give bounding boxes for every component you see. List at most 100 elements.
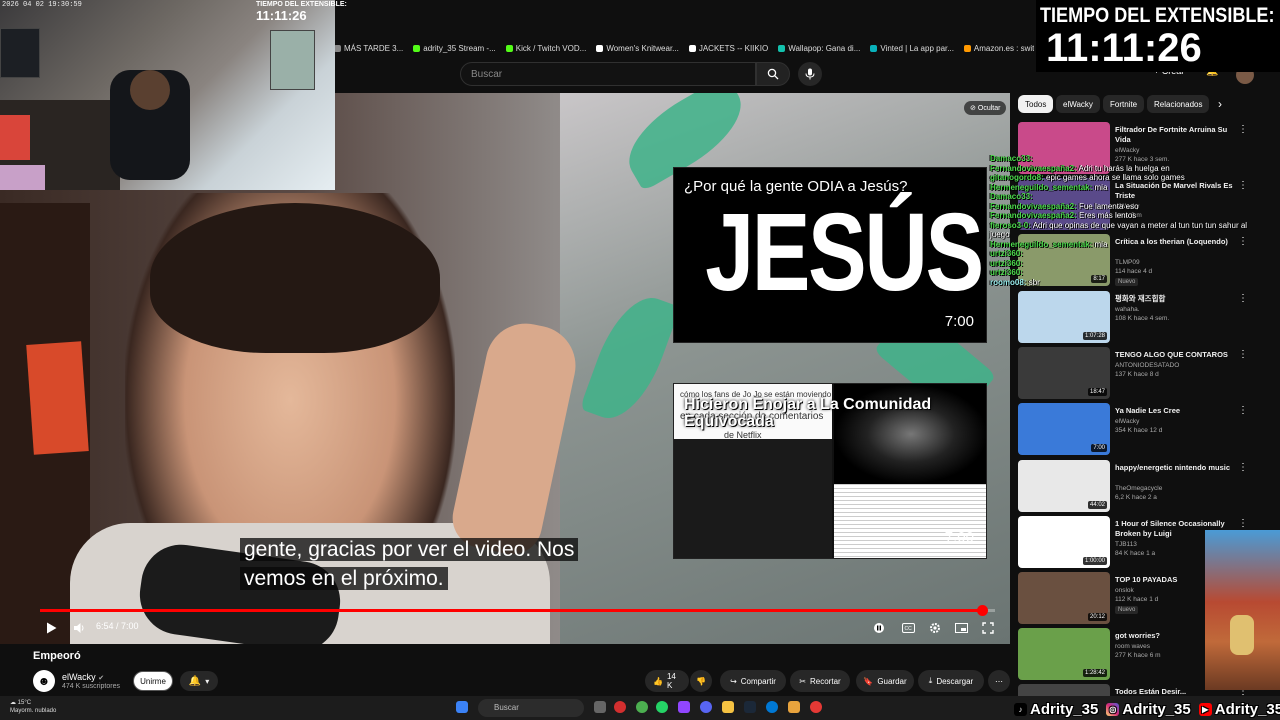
bookmark-label: Amazon.es : swith 2 bbox=[973, 43, 1034, 53]
recommendation-thumbnail[interactable]: 1:00:00 bbox=[1018, 516, 1110, 568]
notifications-dropdown[interactable]: 🔔 ▾ bbox=[180, 671, 218, 691]
recommendation-thumbnail[interactable]: 7:00 bbox=[1018, 403, 1110, 455]
opera-icon[interactable] bbox=[614, 701, 626, 713]
chevron-right-icon[interactable]: › bbox=[1218, 97, 1222, 111]
chrome-icon[interactable] bbox=[636, 701, 648, 713]
recommendation-title[interactable]: 평화와 재즈힙합 bbox=[1115, 294, 1235, 304]
tiktok-icon: ♪ bbox=[1014, 702, 1027, 716]
recommendation-item[interactable]: 18:47 TENGO ALGO QUE CONTAROS ANTONIODESAT… bbox=[1018, 347, 1248, 399]
social-handle: ▶ Adrity_35 bbox=[1198, 701, 1280, 718]
recommendation-channel[interactable]: elWacky bbox=[1115, 418, 1139, 425]
pause-autoplay-toggle[interactable] bbox=[866, 618, 892, 638]
fullscreen-button[interactable] bbox=[975, 618, 1001, 638]
steam-icon[interactable] bbox=[744, 701, 756, 713]
bookmark-item[interactable]: Vinted | La app par... bbox=[870, 44, 954, 53]
more-options-icon[interactable]: ⋮ bbox=[1238, 405, 1248, 416]
download-icon: ⤓ bbox=[928, 676, 933, 685]
bookmark-favicon-icon bbox=[413, 44, 421, 52]
voice-search-button[interactable] bbox=[798, 62, 822, 86]
recommendation-item[interactable]: 44:02 happy/energetic nintendo music TheOm… bbox=[1018, 460, 1248, 512]
twitch-icon[interactable] bbox=[678, 701, 690, 713]
more-actions-button[interactable]: ⋯ bbox=[988, 670, 1010, 692]
more-options-icon[interactable]: ⋮ bbox=[1238, 124, 1248, 135]
whatsapp-icon[interactable] bbox=[656, 701, 668, 713]
share-button[interactable]: ↪ Compartir bbox=[720, 670, 786, 692]
recommendation-channel[interactable]: elWacky bbox=[1115, 147, 1139, 154]
recommendation-item[interactable]: 7:00 Ya Nadie Les Cree elWacky 354 K hace 1… bbox=[1018, 403, 1248, 455]
game-character bbox=[1230, 615, 1254, 655]
download-button[interactable]: ⤓ Descargar bbox=[918, 670, 984, 692]
chip-related[interactable]: Relacionados bbox=[1147, 95, 1210, 113]
play-button[interactable] bbox=[38, 618, 64, 638]
recommendation-thumbnail[interactable]: 20:12 bbox=[1018, 572, 1110, 624]
video-poster bbox=[26, 341, 89, 455]
recommendation-title[interactable]: Ya Nadie Les Cree bbox=[1115, 406, 1235, 416]
progress-scrubber[interactable] bbox=[976, 605, 988, 616]
recommendation-thumbnail[interactable]: 44:02 bbox=[1018, 460, 1110, 512]
more-options-icon[interactable]: ⋮ bbox=[1238, 349, 1248, 360]
bookmark-item[interactable]: adrity_35 Stream -... bbox=[413, 44, 496, 53]
recommendation-thumbnail[interactable]: 18:47 bbox=[1018, 347, 1110, 399]
chip-fortnite[interactable]: Fortnite bbox=[1103, 95, 1145, 113]
chat-text: Adri tu harás la huelga en bbox=[1078, 163, 1170, 173]
edge-icon[interactable] bbox=[766, 701, 778, 713]
dislike-button[interactable]: 👎 bbox=[690, 670, 712, 692]
channel-avatar[interactable]: ☻ bbox=[33, 670, 55, 692]
miniplayer-button[interactable] bbox=[948, 618, 974, 638]
recommendation-channel[interactable]: room waves bbox=[1115, 643, 1150, 650]
recommendation-meta: 354 K hace 12 d bbox=[1115, 427, 1163, 434]
volume-icon bbox=[73, 623, 83, 633]
volume-button[interactable] bbox=[66, 618, 92, 638]
channel-name[interactable]: elWacky ✔ bbox=[62, 672, 104, 682]
save-button[interactable]: 🔖 Guardar bbox=[856, 670, 914, 692]
like-button[interactable]: 👍 14 K bbox=[645, 670, 689, 692]
recommendation-thumbnail[interactable]: 1:07:28 bbox=[1018, 291, 1110, 343]
chat-username: roomo08: bbox=[990, 277, 1027, 287]
recommendation-channel[interactable]: onslok bbox=[1115, 587, 1134, 594]
search-button[interactable] bbox=[756, 62, 790, 86]
clip-button[interactable]: ✂ Recortar bbox=[790, 670, 850, 692]
task-view-icon[interactable] bbox=[594, 701, 606, 713]
more-options-icon[interactable]: ⋮ bbox=[1238, 462, 1248, 473]
subtitles-button[interactable]: CC bbox=[895, 618, 921, 638]
endscreen-video-card[interactable]: cómo los fans de Jo Jo se están moviendo… bbox=[673, 383, 987, 559]
weather-widget[interactable]: ☁ 15°C Mayorm. nublado bbox=[10, 699, 56, 715]
chip-all[interactable]: Todos bbox=[1018, 95, 1054, 113]
obs-icon[interactable] bbox=[810, 701, 822, 713]
recommendation-channel[interactable]: TJB113 bbox=[1115, 541, 1137, 548]
taskbar-search[interactable]: Buscar bbox=[478, 699, 584, 717]
endscreen-video-card[interactable]: ¿Por qué la gente ODIA a Jesús? JESÚS 7:… bbox=[673, 167, 987, 343]
windows-start-icon[interactable] bbox=[456, 701, 468, 713]
more-options-icon[interactable]: ⋮ bbox=[1238, 293, 1248, 304]
recommendation-channel[interactable]: TheOmegacycle bbox=[1115, 485, 1162, 492]
bookmark-item[interactable]: MÁS TARDE 3... bbox=[334, 44, 403, 53]
settings-button[interactable] bbox=[922, 618, 948, 638]
more-options-icon[interactable]: ⋮ bbox=[1238, 518, 1248, 529]
join-button[interactable]: Unirme bbox=[133, 671, 173, 691]
recommendation-channel[interactable]: wahaha. bbox=[1115, 306, 1140, 313]
chat-text: mia bbox=[1094, 182, 1108, 192]
chip-channel[interactable]: elWacky bbox=[1056, 95, 1100, 113]
bookmark-item[interactable]: JACKETS -- KIIKIO bbox=[688, 44, 768, 53]
bookmark-item[interactable]: Amazon.es : swith 2 bbox=[963, 43, 1034, 53]
recommendation-title[interactable]: TENGO ALGO QUE CONTAROS bbox=[1115, 350, 1235, 360]
bookmark-item[interactable]: Kick / Twitch VOD... bbox=[505, 44, 586, 53]
recommendation-item[interactable]: 1:07:28 평화와 재즈힙합 wahaha. 108 K hace 4 sem. ⋮ bbox=[1018, 291, 1248, 343]
thumbs-down-icon: 👎 bbox=[696, 676, 706, 686]
app-icon[interactable] bbox=[788, 701, 800, 713]
folder-icon[interactable] bbox=[722, 701, 734, 713]
chat-username: Damaco33: bbox=[990, 154, 1033, 163]
hide-endscreen-button[interactable]: ⊘ Ocultar bbox=[964, 101, 1007, 115]
recommendation-title[interactable]: Filtrador De Fortnite Arruina Su Vida bbox=[1115, 125, 1235, 145]
subtitle-line: vemos en el próximo. bbox=[240, 567, 448, 590]
share-icon: ↪ bbox=[730, 676, 737, 686]
bookmark-item[interactable]: Wallapop: Gana di... bbox=[778, 44, 860, 53]
search-input[interactable]: Buscar bbox=[460, 62, 756, 86]
webcam-timestamp: 2026 04 02 19:30:59 bbox=[2, 1, 82, 9]
discord-icon[interactable] bbox=[700, 701, 712, 713]
video-progress-bar[interactable] bbox=[40, 605, 995, 616]
recommendation-title[interactable]: happy/energetic nintendo music bbox=[1115, 463, 1235, 473]
bookmark-item[interactable]: Women's Knitwear... bbox=[596, 44, 679, 53]
recommendation-channel[interactable]: ANTONIODESATADO bbox=[1115, 362, 1179, 369]
recommendation-thumbnail[interactable]: 1:28:42 bbox=[1018, 628, 1110, 680]
